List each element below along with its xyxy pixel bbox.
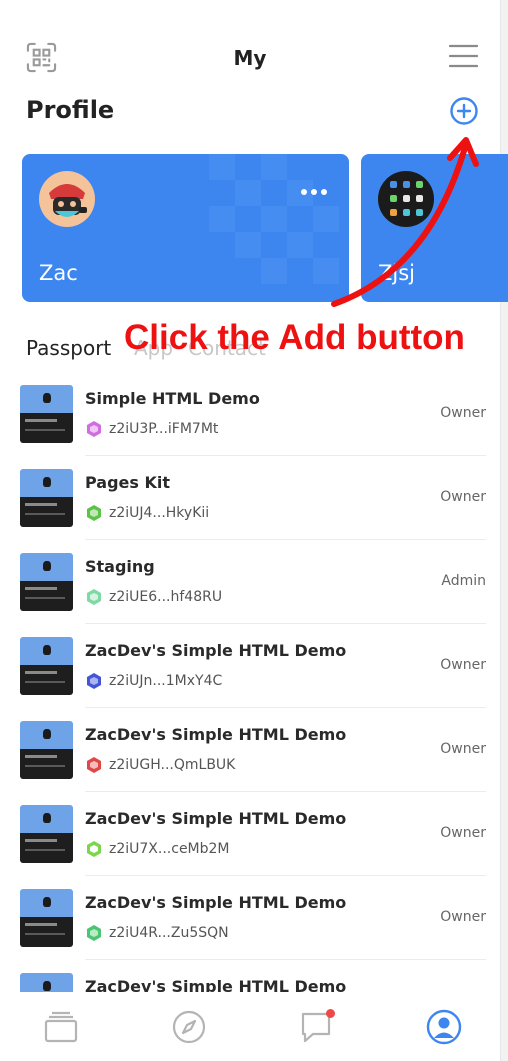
list-item[interactable]: Simple HTML Demo z2iU3P...iFM7Mt Owner <box>0 372 500 456</box>
passport-role: Owner <box>440 405 486 421</box>
passport-title: Staging <box>85 557 155 576</box>
passport-role: Owner <box>440 489 486 505</box>
list-item[interactable]: ZacDev's Simple HTML Demo z2iUGH...QmLBU… <box>0 708 500 792</box>
passport-title: ZacDev's Simple HTML Demo <box>85 641 347 660</box>
more-dots-icon[interactable] <box>300 188 328 196</box>
card-pattern <box>209 154 339 284</box>
list-item[interactable]: Staging z2iUE6...hf48RU Admin <box>0 540 500 624</box>
passport-title: Pages Kit <box>85 473 171 492</box>
passport-role: Owner <box>440 909 486 925</box>
passport-thumbnail <box>20 889 73 947</box>
profile-name: Zjsj <box>378 261 415 285</box>
compass-icon[interactable] <box>171 1009 207 1045</box>
passport-thumbnail <box>20 973 73 992</box>
passport-thumbnail <box>20 637 73 695</box>
passport-role: Owner <box>440 657 486 673</box>
passport-did: z2iUJ4...HkyKii <box>109 505 210 521</box>
list-item[interactable]: ZacDev's Simple HTML Demo z2iU4R...Zu5SQ… <box>0 876 500 960</box>
passport-thumbnail <box>20 805 73 863</box>
passport-title: Simple HTML Demo <box>85 389 260 408</box>
top-bar: My <box>0 38 500 78</box>
passport-did: z2iU7X...ceMb2M <box>109 841 230 857</box>
did-avatar-icon <box>87 673 101 689</box>
page-title: My <box>233 46 267 70</box>
passport-title: ZacDev's Simple HTML Demo <box>85 809 347 828</box>
passport-role: Admin <box>441 573 486 589</box>
did-avatar-icon <box>87 841 101 857</box>
passport-role: Owner <box>440 825 486 841</box>
passport-thumbnail <box>20 553 73 611</box>
passport-title: ZacDev's Simple HTML Demo <box>85 893 347 912</box>
passport-list: Simple HTML Demo z2iU3P...iFM7Mt Owner P… <box>0 372 500 992</box>
passport-did: z2iU3P...iFM7Mt <box>109 421 219 437</box>
user-profile-icon[interactable] <box>426 1009 462 1045</box>
list-item[interactable]: ZacDev's Simple HTML Demo z2iU7X...ceMb2… <box>0 792 500 876</box>
profile-section-title: Profile <box>26 96 115 124</box>
did-avatar-icon <box>87 589 101 605</box>
add-profile-button[interactable] <box>449 96 479 126</box>
avatar <box>378 171 434 227</box>
passport-title: ZacDev's Simple HTML Demo <box>85 977 347 992</box>
profile-name: Zac <box>39 261 78 285</box>
passport-thumbnail <box>20 721 73 779</box>
annotation-label: Click the Add button <box>124 318 465 357</box>
did-avatar-icon <box>87 925 101 941</box>
passport-thumbnail <box>20 385 73 443</box>
did-avatar-icon <box>87 505 101 521</box>
wallet-cards-icon[interactable] <box>43 1009 79 1045</box>
tab-passport[interactable]: Passport <box>26 336 111 360</box>
list-item[interactable]: ZacDev's Simple HTML Demo <box>0 960 500 992</box>
avatar <box>39 171 95 227</box>
profile-card-zac[interactable]: Zac <box>22 154 349 302</box>
passport-did: z2iUGH...QmLBUK <box>109 757 236 773</box>
app-grid-avatar <box>378 171 434 227</box>
passport-thumbnail <box>20 469 73 527</box>
did-avatar-icon <box>87 757 101 773</box>
hamburger-menu-icon[interactable] <box>449 44 478 68</box>
did-avatar-icon <box>87 421 101 437</box>
list-item[interactable]: Pages Kit z2iUJ4...HkyKii Owner <box>0 456 500 540</box>
profile-card-zjsj[interactable]: Zjsj <box>361 154 508 302</box>
notification-badge <box>326 1009 335 1018</box>
passport-title: ZacDev's Simple HTML Demo <box>85 725 347 744</box>
masked-character-avatar <box>39 171 95 227</box>
bottom-nav <box>0 992 500 1061</box>
passport-role: Owner <box>440 741 486 757</box>
passport-did: z2iUJn...1MxY4C <box>109 673 223 689</box>
list-item[interactable]: ZacDev's Simple HTML Demo z2iUJn...1MxY4… <box>0 624 500 708</box>
chat-nav-item[interactable] <box>299 1009 335 1045</box>
passport-did: z2iU4R...Zu5SQN <box>109 925 229 941</box>
passport-did: z2iUE6...hf48RU <box>109 589 223 605</box>
